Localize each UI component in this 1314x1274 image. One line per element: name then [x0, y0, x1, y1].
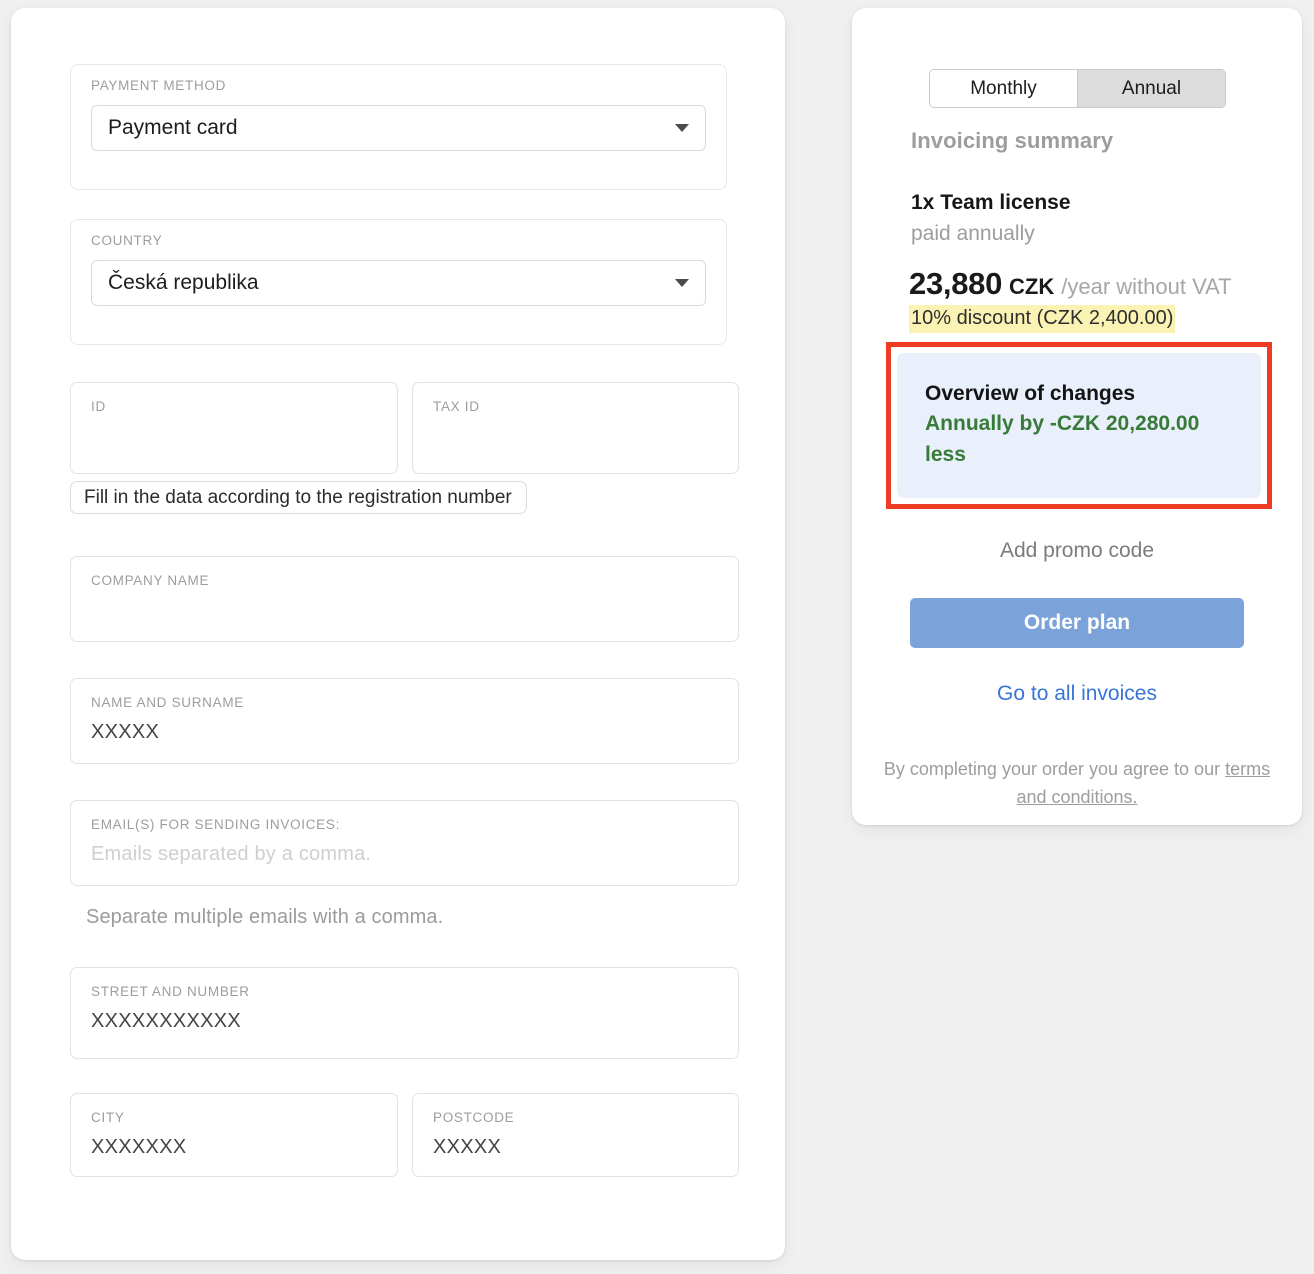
- postcode-field[interactable]: POSTCODE XXXXX: [412, 1093, 739, 1177]
- tax-id-label: TAX ID: [433, 399, 480, 414]
- company-name-field[interactable]: COMPANY NAME: [70, 556, 739, 642]
- fill-from-registration-button[interactable]: Fill in the data according to the regist…: [70, 481, 527, 514]
- postcode-value: XXXXX: [433, 1135, 502, 1158]
- payment-method-group: PAYMENT METHOD Payment card: [70, 64, 727, 190]
- country-label: COUNTRY: [91, 233, 163, 248]
- price-period: /year without VAT: [1061, 274, 1232, 299]
- order-plan-button[interactable]: Order plan: [910, 598, 1244, 648]
- country-value: Česká republika: [108, 270, 259, 294]
- street-value: XXXXXXXXXXX: [91, 1009, 242, 1032]
- invoice-emails-placeholder: Emails separated by a comma.: [91, 842, 372, 865]
- billing-cycle-annual[interactable]: Annual: [1077, 70, 1225, 107]
- invoice-emails-label: EMAIL(S) FOR SENDING INVOICES:: [91, 817, 341, 832]
- city-label: CITY: [91, 1110, 125, 1125]
- overview-of-changes-value: Annually by -CZK 20,280.00 less: [925, 412, 1200, 466]
- chevron-down-icon: [675, 123, 689, 132]
- city-value: XXXXXXX: [91, 1135, 187, 1158]
- overview-of-changes-title: Overview of changes: [925, 382, 1136, 405]
- tax-id-field[interactable]: TAX ID: [412, 382, 739, 474]
- postcode-label: POSTCODE: [433, 1110, 515, 1125]
- payment-method-value: Payment card: [108, 115, 238, 139]
- name-surname-value: XXXXX: [91, 720, 160, 743]
- payment-method-select[interactable]: Payment card: [91, 104, 706, 151]
- checkout-page: PAYMENT METHOD Payment card COUNTRY Česk…: [0, 0, 1314, 1274]
- price-amount: 23,880: [909, 266, 1003, 301]
- chevron-down-icon: [675, 278, 689, 287]
- billing-cycle-monthly[interactable]: Monthly: [930, 70, 1077, 107]
- license-line: 1x Team license: [911, 191, 1071, 214]
- billing-cycle-toggle[interactable]: Monthly Annual: [929, 69, 1226, 108]
- id-label: ID: [91, 399, 106, 414]
- street-field[interactable]: STREET AND NUMBER XXXXXXXXXXX: [70, 967, 739, 1059]
- country-group: COUNTRY Česká republika: [70, 219, 727, 345]
- overview-of-changes-box: Overview of changes Annually by -CZK 20,…: [897, 353, 1261, 498]
- invoice-emails-field[interactable]: EMAIL(S) FOR SENDING INVOICES: Emails se…: [70, 800, 739, 886]
- billing-cycle-annual-label: Annual: [1121, 77, 1182, 99]
- city-field[interactable]: CITY XXXXXXX: [70, 1093, 398, 1177]
- name-surname-field[interactable]: NAME AND SURNAME XXXXX: [70, 678, 739, 764]
- payment-method-label: PAYMENT METHOD: [91, 78, 227, 93]
- discount-badge: 10% discount (CZK 2,400.00): [909, 305, 1176, 333]
- billing-cycle-monthly-label: Monthly: [970, 77, 1037, 99]
- price-row: 23,880 CZK /year without VAT: [909, 266, 1232, 302]
- summary-heading: Invoicing summary: [911, 128, 1114, 153]
- street-label: STREET AND NUMBER: [91, 984, 250, 999]
- fill-from-registration-label: Fill in the data according to the regist…: [84, 486, 512, 508]
- company-name-label: COMPANY NAME: [91, 573, 210, 588]
- billing-form-card: PAYMENT METHOD Payment card COUNTRY Česk…: [11, 8, 785, 1260]
- invoice-emails-helper: Separate multiple emails with a comma.: [86, 906, 444, 928]
- name-surname-label: NAME AND SURNAME: [91, 695, 244, 710]
- paid-cycle-line: paid annually: [911, 222, 1035, 245]
- price-currency: CZK: [1009, 274, 1055, 299]
- go-to-all-invoices-link[interactable]: Go to all invoices: [852, 682, 1302, 706]
- overview-of-changes-highlight: Overview of changes Annually by -CZK 20,…: [886, 342, 1272, 509]
- terms-prefix: By completing your order you agree to ou…: [883, 759, 1221, 779]
- terms-notice: By completing your order you agree to ou…: [882, 756, 1272, 812]
- id-field[interactable]: ID: [70, 382, 398, 474]
- add-promo-code-link[interactable]: Add promo code: [852, 539, 1302, 563]
- country-select[interactable]: Česká republika: [91, 259, 706, 306]
